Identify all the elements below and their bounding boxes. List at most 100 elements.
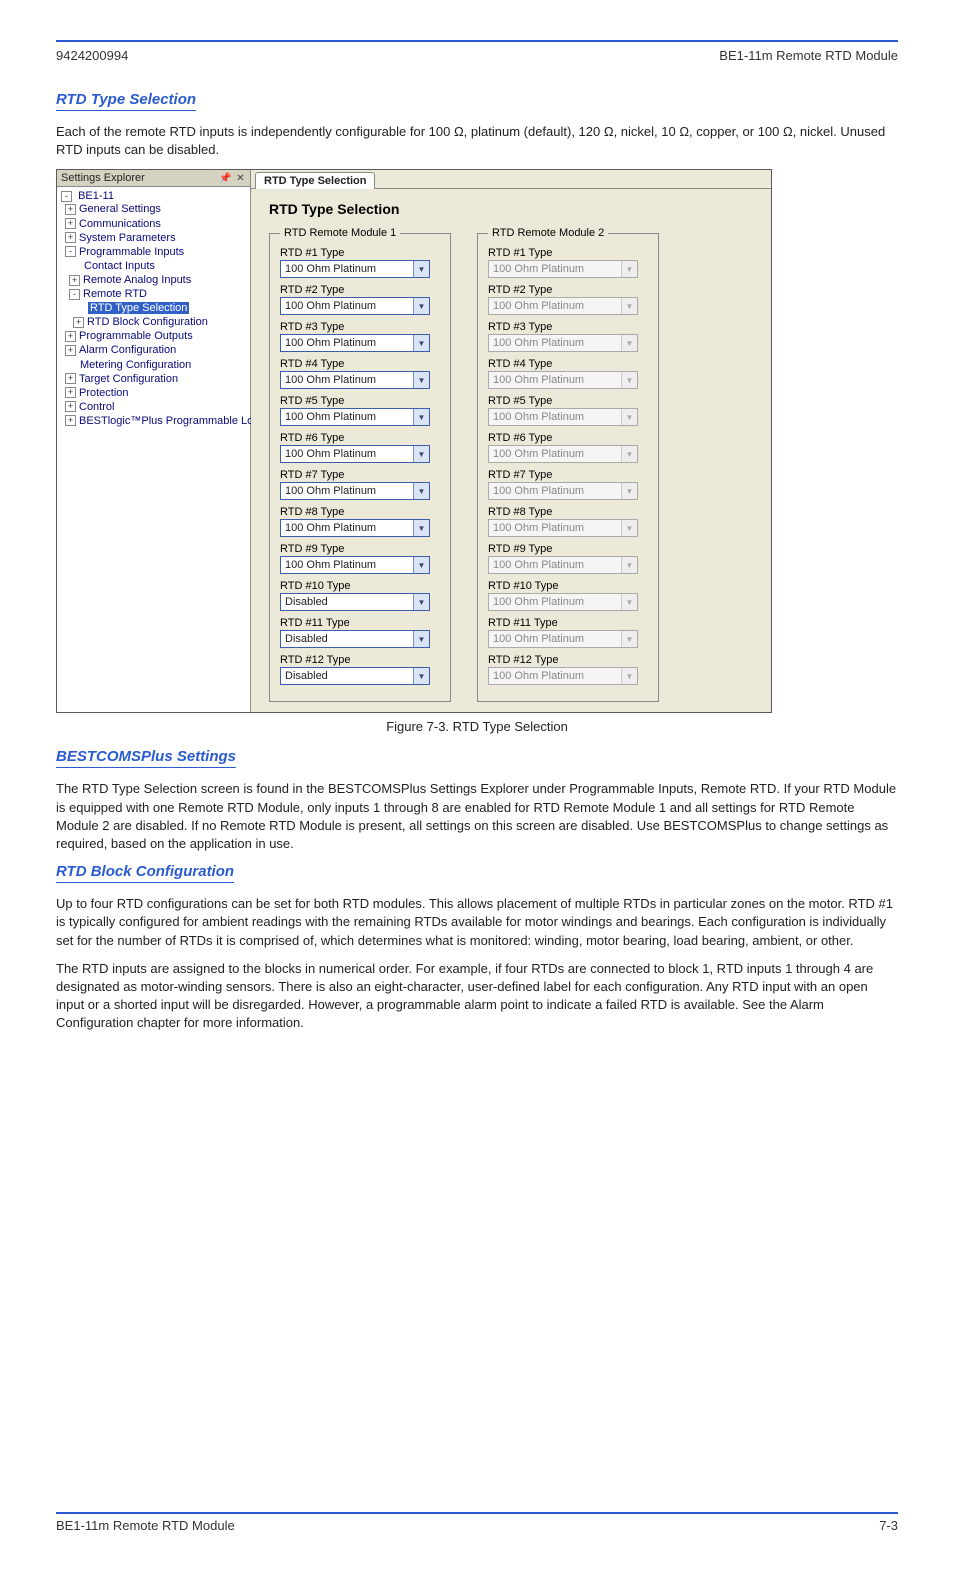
rtd-field-label: RTD #5 Type [280,395,440,407]
rtd-block-paragraph-1: Up to four RTD configurations can be set… [56,895,898,950]
tab-rtd-type-selection[interactable]: RTD Type Selection [255,172,375,189]
tree-expando[interactable]: + [65,373,76,384]
combo-value: 100 Ohm Platinum [285,300,376,312]
figure-caption: Figure 7-3. RTD Type Selection [56,719,898,734]
rtd-module-1: RTD Remote Module 1RTD #1 Type100 Ohm Pl… [269,227,451,702]
tree-expando-none [73,304,85,313]
tree-expando[interactable]: + [65,345,76,356]
tree-item[interactable]: General Settings [79,204,161,216]
tree-item[interactable]: Programmable Inputs [79,246,184,258]
tree-item[interactable]: Protection [79,387,129,399]
tree-item[interactable]: Target Configuration [79,373,178,385]
combo-value: 100 Ohm Platinum [285,374,376,386]
rtd-type-select[interactable]: 100 Ohm Platinum ▼ [280,334,430,352]
rtd-type-select[interactable]: 100 Ohm Platinum ▼ [280,519,430,537]
tree-item[interactable]: Contact Inputs [84,260,155,272]
rtd-type-select: 100 Ohm Platinum▼ [488,519,638,537]
tree-item[interactable]: RTD Type Selection [88,302,189,314]
rtd-field-label: RTD #7 Type [488,469,648,481]
rtd-type-select: 100 Ohm Platinum▼ [488,630,638,648]
tree-item[interactable]: RTD Block Configuration [87,316,208,328]
chevron-down-icon[interactable]: ▼ [413,446,429,462]
combo-value: 100 Ohm Platinum [285,522,376,534]
chevron-down-icon: ▼ [621,631,637,647]
rtd-type-select: 100 Ohm Platinum ▼ [488,260,638,278]
tree-expando[interactable]: + [65,204,76,215]
pin-icon[interactable]: 📌 [219,173,230,184]
rtd-type-select[interactable]: Disabled▼ [280,630,430,648]
chevron-down-icon[interactable]: ▼ [413,372,429,388]
tree-expando[interactable]: - [65,246,76,257]
rtd-type-select[interactable]: Disabled▼ [280,667,430,685]
tree-expando[interactable]: + [65,232,76,243]
combo-value: 100 Ohm Platinum [493,448,584,460]
combo-value: 100 Ohm Platinum [493,263,584,275]
chevron-down-icon[interactable]: ▼ [413,631,429,647]
chevron-down-icon[interactable]: ▼ [413,483,429,499]
rtd-type-select[interactable]: 100 Ohm Platinum▼ [280,556,430,574]
tree-expando[interactable]: + [65,401,76,412]
tree-item[interactable]: System Parameters [79,232,176,244]
rtd-type-select: 100 Ohm Platinum ▼ [488,445,638,463]
rtd-type-select[interactable]: 100 Ohm Platinum▼ [280,260,430,278]
chevron-down-icon[interactable]: ▼ [413,557,429,573]
tree-expando[interactable]: + [69,275,80,286]
rtd-type-select[interactable]: Disabled▼ [280,593,430,611]
chevron-down-icon[interactable]: ▼ [413,668,429,684]
tree-item[interactable]: Communications [79,218,161,230]
close-icon[interactable]: ✕ [235,173,246,184]
rtd-field-label: RTD #5 Type [488,395,648,407]
chevron-down-icon[interactable]: ▼ [413,335,429,351]
tab-strip: RTD Type Selection [251,170,771,189]
rtd-field-label: RTD #9 Type [488,543,648,555]
chevron-down-icon: ▼ [621,372,637,388]
combo-value: 100 Ohm Platinum [285,337,376,349]
document-page: 9424200994 BE1-11m Remote RTD Module RTD… [0,0,954,1569]
tree-expando-none [65,360,77,369]
chevron-down-icon[interactable]: ▼ [413,261,429,277]
document-footer: BE1-11m Remote RTD Module 7-3 [56,1512,898,1533]
combo-value: 100 Ohm Platinum [493,522,584,534]
tree-item[interactable]: Programmable Outputs [79,330,193,342]
chevron-down-icon[interactable]: ▼ [413,594,429,610]
tree-item[interactable]: Remote Analog Inputs [83,274,191,286]
tree-expando[interactable]: - [69,289,80,300]
tree-item[interactable]: Remote RTD [83,288,147,300]
module-legend: RTD Remote Module 2 [488,227,608,239]
rtd-type-select: 100 Ohm Platinum▼ [488,408,638,426]
tree-item[interactable]: Metering Configuration [80,359,191,371]
chevron-down-icon: ▼ [621,446,637,462]
chevron-down-icon: ▼ [621,335,637,351]
chevron-down-icon[interactable]: ▼ [413,520,429,536]
tree-expando[interactable]: + [65,387,76,398]
tree-expando[interactable]: + [65,218,76,229]
tree-item[interactable]: Control [79,401,114,413]
rtd-type-select[interactable]: 100 Ohm Platinum▼ [280,408,430,426]
rtd-block-paragraph-2: The RTD inputs are assigned to the block… [56,960,898,1033]
tree-root[interactable]: BE1-11 [78,190,114,202]
tree-item[interactable]: BESTlogic™Plus Programmable Logic [79,415,267,427]
chevron-down-icon: ▼ [621,261,637,277]
combo-value: 100 Ohm Platinum [493,485,584,497]
tree-expando[interactable]: + [73,317,84,328]
settings-explorer-title: Settings Explorer [61,172,145,184]
rtd-field-label: RTD #2 Type [280,284,440,296]
tree-expando[interactable]: + [65,415,76,426]
tree-expando[interactable]: + [65,331,76,342]
rtd-type-select[interactable]: 100 Ohm Platinum▼ [280,445,430,463]
rtd-field-label: RTD #4 Type [280,358,440,370]
chevron-down-icon[interactable]: ▼ [413,298,429,314]
rtd-field-label: RTD #1 Type [488,247,648,259]
rtd-type-select[interactable]: 100 Ohm Platinum▼ [280,482,430,500]
combo-value: 100 Ohm Platinum [493,411,584,423]
rtd-type-select[interactable]: 100 Ohm Platinum ▼ [280,371,430,389]
tree-item[interactable]: Alarm Configuration [79,345,176,357]
tree-expando[interactable]: - [61,191,72,202]
chevron-down-icon: ▼ [621,557,637,573]
rtd-type-select[interactable]: 100 Ohm Platinum ▼ [280,297,430,315]
rtd-field-label: RTD #11 Type [488,617,648,629]
chevron-down-icon[interactable]: ▼ [413,409,429,425]
rtd-field-label: RTD #3 Type [280,321,440,333]
combo-value: 100 Ohm Platinum [493,596,584,608]
chevron-down-icon: ▼ [621,298,637,314]
